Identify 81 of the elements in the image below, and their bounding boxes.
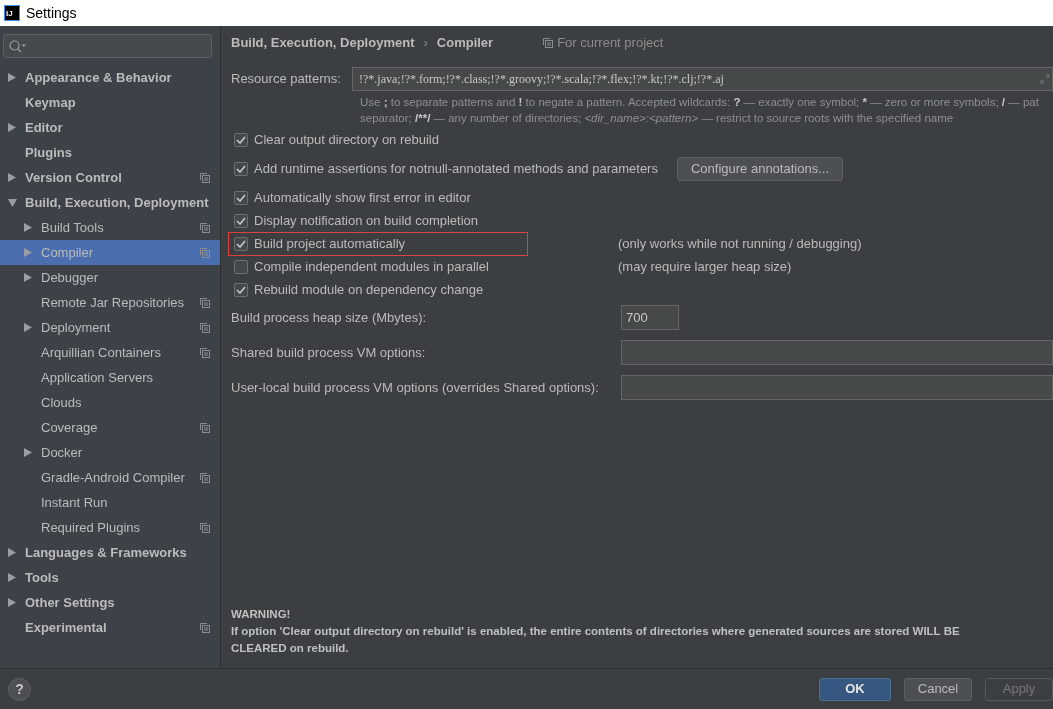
checkbox-label[interactable]: Rebuild module on dependency change xyxy=(254,279,484,300)
tree-item[interactable]: Application Servers xyxy=(0,365,220,390)
breadcrumb-item: Build, Execution, Deployment xyxy=(231,34,415,53)
tree-item[interactable]: Remote Jar Repositories xyxy=(0,290,220,315)
checkbox[interactable] xyxy=(234,132,248,147)
window-title: Settings xyxy=(26,3,77,23)
checkmark-icon xyxy=(236,239,246,248)
warning-text: If option 'Clear output directory on rebuild' is enabled, the entire contents of directories where generated sources are stored WILL BE xyxy=(231,624,961,639)
caret-right-icon[interactable] xyxy=(8,123,16,132)
tree-item[interactable]: Languages & Frameworks xyxy=(0,540,220,565)
option-note: (may require larger heap size) xyxy=(618,257,792,276)
checkbox[interactable] xyxy=(234,259,248,274)
input-field[interactable]: 700 xyxy=(621,305,679,330)
tree-item[interactable]: Arquillian Containers xyxy=(0,340,220,365)
checkbox-label[interactable]: Compile independent modules in parallel xyxy=(254,256,489,277)
field-label: Build process heap size (Mbytes): xyxy=(231,308,428,327)
configure-annotations-button[interactable]: Configure annotations... xyxy=(676,156,843,181)
tree-item[interactable]: Instant Run xyxy=(0,490,220,515)
tree-item[interactable]: Build Tools xyxy=(0,215,220,240)
checkbox[interactable] xyxy=(234,161,248,176)
checkmark-icon xyxy=(236,216,246,225)
tree-item[interactable]: Experimental xyxy=(0,615,220,640)
caret-right-icon[interactable] xyxy=(8,173,16,182)
checkmark-icon xyxy=(236,285,246,294)
tree-item[interactable]: Clouds xyxy=(0,390,220,415)
checkbox-label[interactable]: Clear output directory on rebuild xyxy=(254,129,439,150)
search-field[interactable] xyxy=(3,34,212,58)
tree-item[interactable]: Coverage xyxy=(0,415,220,440)
checkbox[interactable] xyxy=(234,213,248,228)
caret-right-icon[interactable] xyxy=(8,573,16,582)
caret-right-icon[interactable] xyxy=(24,223,32,232)
checkbox-label[interactable]: Display notification on build completion xyxy=(254,210,478,231)
tree-item[interactable]: Required Plugins xyxy=(0,515,220,540)
tree-item[interactable]: Deployment xyxy=(0,315,220,340)
tree-item[interactable]: Other Settings xyxy=(0,590,220,615)
caret-right-icon[interactable] xyxy=(8,548,16,557)
tree-item[interactable]: Debugger xyxy=(0,265,220,290)
caret-right-icon[interactable] xyxy=(8,598,16,607)
dialog-button[interactable]: Cancel xyxy=(904,677,972,701)
hint-text: separator; /**/ — any number of directories; <dir_name>:<pattern> — restrict to source roots with the specified name xyxy=(360,111,955,126)
search-icon[interactable] xyxy=(9,39,26,53)
tree-item[interactable]: Version Control xyxy=(0,165,220,190)
tree-item[interactable]: Build, Execution, Deployment xyxy=(0,190,220,215)
warning-text: CLEARED on rebuild. xyxy=(231,641,350,656)
caret-right-icon[interactable] xyxy=(8,73,16,82)
breadcrumb-separator: › xyxy=(423,34,428,53)
checkbox-label[interactable]: Build project automatically xyxy=(254,233,406,254)
caret-right-icon[interactable] xyxy=(24,273,32,282)
checkbox[interactable] xyxy=(234,236,248,251)
field-label: Resource patterns: xyxy=(231,70,342,89)
tree-item[interactable]: Keymap xyxy=(0,90,220,115)
app-logo: IJ xyxy=(4,5,20,21)
resource-patterns-field[interactable]: !?*.java;!?*.form;!?*.class;!?*.groovy;!?*.scala;!?*.flex;!?*.kt;!?*.clj;!?*.aj xyxy=(352,67,1053,91)
tree-item[interactable]: Docker xyxy=(0,440,220,465)
tree-item[interactable]: Gradle-Android Compiler xyxy=(0,465,220,490)
field-label: Shared build process VM options: xyxy=(231,343,427,362)
caret-down-icon[interactable] xyxy=(8,198,17,207)
checkbox-label[interactable]: Automatically show first error in editor xyxy=(254,187,471,208)
dialog-button[interactable]: OK xyxy=(819,677,891,701)
checkbox-label[interactable]: Add runtime assertions for notnull-annotated methods and parameters xyxy=(254,158,658,179)
input-field[interactable] xyxy=(621,340,1053,365)
breadcrumb-item: Compiler xyxy=(436,34,494,53)
caret-right-icon[interactable] xyxy=(24,323,32,332)
caret-right-icon[interactable] xyxy=(24,448,32,457)
warning-title: WARNING! xyxy=(231,607,292,622)
tree-item[interactable]: Plugins xyxy=(0,140,220,165)
checkmark-icon xyxy=(236,193,246,202)
checkbox[interactable] xyxy=(234,282,248,297)
field-label: User-local build process VM options (overrides Shared options): xyxy=(231,378,600,397)
tree-item[interactable]: Appearance & Behavior xyxy=(0,65,220,90)
option-note: (only works while not running / debugging) xyxy=(618,234,862,253)
checkmark-icon xyxy=(236,135,246,144)
help-button[interactable]: ? xyxy=(8,677,31,701)
input-field[interactable] xyxy=(621,375,1053,400)
scope-label: For current project xyxy=(557,34,664,53)
checkbox[interactable] xyxy=(234,190,248,205)
hint-text: Use ; to separate patterns and ! to negate a pattern. Accepted wildcards: ? — exactly one symbol; * — zero or more symbols; / — pat xyxy=(360,95,1040,110)
copy-icon xyxy=(543,38,554,48)
tree-item[interactable]: Editor xyxy=(0,115,220,140)
checkmark-icon xyxy=(236,164,246,173)
tree-item[interactable]: Tools xyxy=(0,565,220,590)
